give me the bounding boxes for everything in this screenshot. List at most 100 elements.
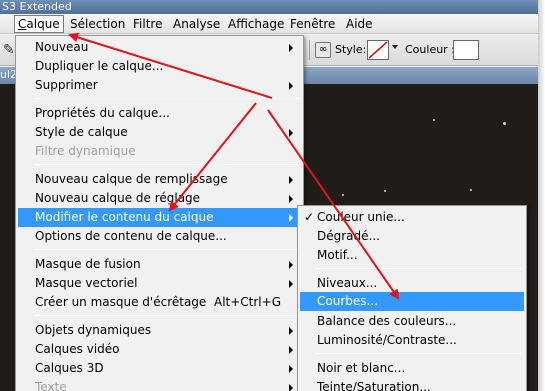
menu-separator bbox=[34, 164, 300, 165]
submenu-item-couleur-unie[interactable]: ✓ Couleur unie... bbox=[300, 208, 524, 227]
link-icon[interactable]: ∞ bbox=[315, 42, 331, 58]
menu-item-masque-fusion[interactable]: Masque de fusion bbox=[18, 255, 301, 274]
photoshop-window: S3 Extended Calque Sélection Filtre Anal… bbox=[0, 0, 545, 391]
star bbox=[384, 190, 386, 192]
menu-item-label: Filtre dynamique bbox=[35, 144, 136, 158]
menu-item-options-contenu[interactable]: Options de contenu de calque... bbox=[18, 227, 301, 246]
menu-item-masque-vectoriel[interactable]: Masque vectoriel bbox=[18, 274, 301, 293]
menu-aide[interactable]: Aide bbox=[343, 15, 376, 33]
menu-item-label: Supprimer bbox=[35, 78, 98, 92]
submenu-item-label: Motif... bbox=[317, 248, 358, 262]
submenu-item-label: Luminosité/Contraste... bbox=[317, 333, 457, 347]
menu-separator bbox=[34, 315, 300, 316]
star bbox=[342, 194, 344, 196]
menu-affichage[interactable]: Affichage bbox=[225, 15, 287, 33]
chevron-down-icon[interactable] bbox=[392, 45, 398, 49]
menu-item-label: Options de contenu de calque... bbox=[35, 229, 227, 243]
star bbox=[470, 189, 472, 191]
menu-item-label: Calques vidéo bbox=[35, 342, 120, 356]
submenu-arrow-icon bbox=[289, 261, 293, 269]
menu-item-label: Masque de fusion bbox=[35, 257, 141, 271]
menu-item-label: Nouveau calque de réglage bbox=[35, 191, 201, 205]
title-bar: S3 Extended bbox=[0, 0, 545, 14]
submenu-arrow-icon bbox=[289, 176, 293, 184]
submenu-item-courbes[interactable]: Courbes... bbox=[300, 292, 524, 311]
submenu-arrow-icon bbox=[289, 346, 293, 354]
submenu-item-motif[interactable]: Motif... bbox=[300, 246, 524, 265]
checkmark-icon: ✓ bbox=[304, 210, 315, 224]
submenu-item-label: Dégradé... bbox=[317, 229, 380, 243]
menu-item-calques-video[interactable]: Calques vidéo bbox=[18, 340, 301, 359]
submenu-item-label: Noir et blanc... bbox=[317, 361, 406, 375]
menu-filtre[interactable]: Filtre bbox=[130, 15, 165, 33]
menu-fenetre[interactable]: Fenêtre bbox=[287, 15, 338, 33]
submenu-arrow-icon bbox=[289, 129, 293, 137]
menu-item-label: Texte bbox=[35, 380, 67, 391]
document-tab-bar bbox=[300, 67, 545, 84]
shortcut-label: Alt+Ctrl+G bbox=[213, 295, 281, 309]
submenu-arrow-icon bbox=[289, 280, 293, 288]
color-label: Couleur : bbox=[405, 43, 455, 56]
no-style-swatch-icon bbox=[368, 41, 388, 59]
menu-calque-rest: alque bbox=[26, 17, 60, 31]
submenu-item-niveaux[interactable]: Niveaux... bbox=[300, 274, 524, 293]
menu-item-objets-dynamiques[interactable]: Objets dynamiques bbox=[18, 321, 301, 340]
submenu-item-degrade[interactable]: Dégradé... bbox=[300, 227, 524, 246]
menu-item-masque-ecretage[interactable]: Créer un masque d'écrêtage Alt+Ctrl+G bbox=[18, 293, 301, 312]
menu-item-label: Nouveau calque de remplissage bbox=[35, 172, 228, 186]
options-separator bbox=[309, 40, 310, 60]
menu-item-label: Style de calque bbox=[35, 125, 128, 139]
calque-menu: Nouveau Dupliquer le calque... Supprimer… bbox=[15, 35, 304, 391]
menu-item-filtre-dynamique: Filtre dynamique bbox=[18, 142, 301, 161]
submenu-arrow-icon bbox=[289, 195, 293, 203]
style-label: Style: bbox=[335, 43, 367, 56]
submenu-arrow-icon bbox=[289, 214, 293, 222]
menu-item-label: Modifier le contenu du calque bbox=[35, 210, 214, 224]
menu-item-label: Nouveau bbox=[35, 40, 89, 54]
menu-item-nouveau-reglage[interactable]: Nouveau calque de réglage bbox=[18, 189, 301, 208]
submenu-item-label: Couleur unie... bbox=[317, 210, 405, 224]
menu-item-label: Propriétés du calque... bbox=[35, 106, 170, 120]
menu-item-nouveau-remplissage[interactable]: Nouveau calque de remplissage bbox=[18, 170, 301, 189]
menu-item-modifier-contenu[interactable]: Modifier le contenu du calque bbox=[18, 208, 301, 227]
submenu-arrow-icon bbox=[289, 44, 293, 52]
menu-item-label: Objets dynamiques bbox=[35, 323, 152, 337]
submenu-arrow-icon bbox=[289, 82, 293, 90]
menu-item-label: Masque vectoriel bbox=[35, 276, 138, 290]
menu-item-label: Créer un masque d'écrêtage bbox=[35, 295, 207, 309]
menu-item-proprietes[interactable]: Propriétés du calque... bbox=[18, 104, 301, 123]
submenu-item-teinte-saturation[interactable]: Teinte/Saturation... bbox=[300, 378, 524, 391]
submenu-item-label: Balance des couleurs... bbox=[317, 314, 457, 328]
modifier-contenu-submenu: ✓ Couleur unie... Dégradé... Motif... Ni… bbox=[297, 205, 527, 391]
menu-item-label: Dupliquer le calque... bbox=[35, 59, 164, 73]
menu-item-texte: Texte bbox=[18, 378, 301, 391]
window-edge bbox=[538, 0, 545, 391]
submenu-item-noir-blanc[interactable]: Noir et blanc... bbox=[300, 359, 524, 378]
menu-item-label: Calques 3D bbox=[35, 361, 104, 375]
menu-selection[interactable]: Sélection bbox=[67, 15, 128, 33]
menu-separator bbox=[34, 98, 300, 99]
style-swatch[interactable] bbox=[367, 40, 389, 60]
submenu-arrow-icon bbox=[289, 327, 293, 335]
menu-calque[interactable]: Calque bbox=[14, 15, 64, 33]
submenu-item-label: Niveaux... bbox=[317, 276, 378, 290]
menu-item-style-de-calque[interactable]: Style de calque bbox=[18, 123, 301, 142]
menu-item-nouveau[interactable]: Nouveau bbox=[18, 38, 301, 57]
submenu-arrow-icon bbox=[289, 365, 293, 373]
submenu-arrow-icon bbox=[289, 384, 293, 391]
submenu-item-label: Courbes... bbox=[317, 294, 378, 308]
window-title: S3 Extended bbox=[2, 0, 72, 13]
submenu-item-balance-couleurs[interactable]: Balance des couleurs... bbox=[300, 312, 524, 331]
menu-item-dupliquer[interactable]: Dupliquer le calque... bbox=[18, 57, 301, 76]
menu-separator bbox=[34, 249, 300, 250]
star bbox=[433, 119, 435, 121]
star bbox=[503, 122, 506, 125]
submenu-item-luminosite-contraste[interactable]: Luminosité/Contraste... bbox=[300, 331, 524, 350]
submenu-item-label: Teinte/Saturation... bbox=[317, 380, 431, 391]
menu-item-supprimer[interactable]: Supprimer bbox=[18, 76, 301, 95]
submenu-separator bbox=[316, 353, 522, 354]
submenu-separator bbox=[316, 268, 522, 269]
menu-analyse[interactable]: Analyse bbox=[170, 15, 223, 33]
menu-item-calques-3d[interactable]: Calques 3D bbox=[18, 359, 301, 378]
color-swatch[interactable] bbox=[453, 40, 479, 60]
